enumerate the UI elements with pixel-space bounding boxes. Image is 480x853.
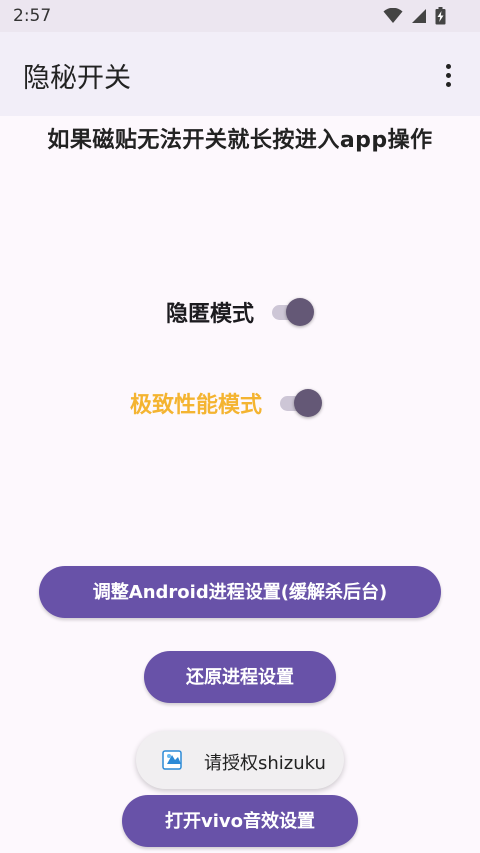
stealth-mode-label: 隐匿模式 — [166, 302, 255, 327]
app-title: 隐秘开关 — [23, 63, 131, 94]
more-vert-icon[interactable] — [434, 60, 462, 90]
status-bar: 2:57 — [0, 0, 480, 32]
stealth-mode-row[interactable]: 隐匿模式 — [166, 296, 316, 328]
toast-text: 请授权shizuku — [204, 753, 326, 774]
wifi-icon — [383, 8, 403, 23]
app-bar: 隐秘开关 — [0, 32, 480, 116]
status-time: 2:57 — [13, 6, 52, 26]
stealth-mode-switch[interactable] — [272, 297, 316, 327]
performance-mode-switch[interactable] — [280, 388, 324, 418]
restore-process-button[interactable]: 还原进程设置 — [144, 651, 336, 703]
performance-mode-label: 极致性能模式 — [130, 393, 263, 418]
battery-icon — [435, 7, 446, 25]
adjust-process-button[interactable]: 调整Android进程设置(缓解杀后台) — [39, 566, 441, 618]
signal-icon — [412, 9, 426, 23]
performance-mode-row[interactable]: 极致性能模式 — [130, 387, 324, 419]
hint-text: 如果磁贴无法开关就长按进入app操作 — [47, 128, 433, 153]
shizuku-app-icon — [162, 750, 182, 770]
status-icons — [383, 7, 446, 25]
vivo-sound-settings-button[interactable]: 打开vivo音效设置 — [122, 795, 358, 847]
toast: 请授权shizuku — [136, 731, 344, 789]
